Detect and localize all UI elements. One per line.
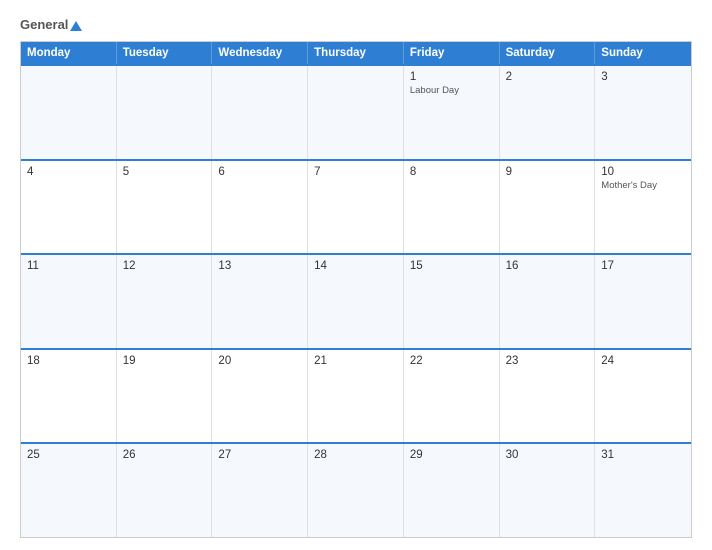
calendar-cell: 17 [595,255,691,348]
calendar-header: Monday Tuesday Wednesday Thursday Friday… [21,42,691,64]
calendar-cell: 19 [117,350,213,443]
cell-day-number: 5 [123,166,206,178]
cell-day-number: 3 [601,71,685,83]
cell-day-number: 24 [601,355,685,367]
calendar-week-1: 1 Labour Day 23 [21,64,691,159]
cell-day-number: 22 [410,355,493,367]
cell-event-label: Labour Day [410,85,493,96]
cell-day-number: 8 [410,166,493,178]
cell-day-number: 17 [601,260,685,272]
calendar-cell: 28 [308,444,404,537]
calendar-body: 1Labour Day2345678910Mother's Day1112131… [21,64,691,537]
header-thursday: Thursday [308,42,404,64]
calendar-cell: 30 [500,444,596,537]
calendar-cell: 12 [117,255,213,348]
header-sunday: Sunday [595,42,691,64]
calendar-cell: 18 [21,350,117,443]
calendar-cell: 23 [500,350,596,443]
cell-day-number: 4 [27,166,110,178]
calendar-cell: 7 [308,161,404,254]
calendar-grid: Monday Tuesday Wednesday Thursday Friday… [20,41,692,538]
cell-day-number: 1 [410,71,493,83]
calendar-cell: 13 [212,255,308,348]
cell-day-number: 6 [218,166,301,178]
calendar-cell [212,66,308,159]
cell-day-number: 7 [314,166,397,178]
calendar-cell: 1 Labour Day [404,66,500,159]
calendar-cell: 31 [595,444,691,537]
calendar-cell: 9 [500,161,596,254]
page-header: General [20,18,692,31]
calendar-cell: 15 [404,255,500,348]
calendar-cell: 22 [404,350,500,443]
cell-day-number: 9 [506,166,589,178]
calendar-cell: 14 [308,255,404,348]
calendar-cell [21,66,117,159]
cell-day-number: 18 [27,355,110,367]
logo: General [20,18,82,31]
cell-day-number: 23 [506,355,589,367]
cell-day-number: 14 [314,260,397,272]
cell-day-number: 28 [314,449,397,461]
logo-general: General [20,18,82,31]
calendar-page: General Monday Tuesday Wednesday Thursda… [0,0,712,550]
calendar-cell: 20 [212,350,308,443]
calendar-cell: 8 [404,161,500,254]
cell-day-number: 27 [218,449,301,461]
cell-day-number: 29 [410,449,493,461]
logo-triangle-icon [70,21,82,31]
cell-day-number: 2 [506,71,589,83]
calendar-cell: 25 [21,444,117,537]
header-saturday: Saturday [500,42,596,64]
calendar-cell: 5 [117,161,213,254]
header-tuesday: Tuesday [117,42,213,64]
cell-day-number: 30 [506,449,589,461]
cell-day-number: 15 [410,260,493,272]
cell-day-number: 13 [218,260,301,272]
cell-day-number: 19 [123,355,206,367]
cell-day-number: 26 [123,449,206,461]
cell-day-number: 31 [601,449,685,461]
cell-day-number: 20 [218,355,301,367]
calendar-cell: 16 [500,255,596,348]
calendar-cell: 29 [404,444,500,537]
calendar-cell: 24 [595,350,691,443]
calendar-week-2: 4 56 7 8 9 10 Mother's Day [21,159,691,254]
calendar-week-5: 25 26 27 28 29 30 31 [21,442,691,537]
header-friday: Friday [404,42,500,64]
calendar-cell: 3 [595,66,691,159]
calendar-cell: 11 [21,255,117,348]
calendar-cell: 27 [212,444,308,537]
header-wednesday: Wednesday [212,42,308,64]
calendar-week-4: 18 19 20 21 22 23 24 [21,348,691,443]
cell-day-number: 25 [27,449,110,461]
cell-day-number: 12 [123,260,206,272]
calendar-cell [308,66,404,159]
cell-day-number: 10 [601,166,685,178]
calendar-cell: 6 [212,161,308,254]
cell-day-number: 21 [314,355,397,367]
header-monday: Monday [21,42,117,64]
cell-day-number: 11 [27,260,110,272]
calendar-cell: 26 [117,444,213,537]
calendar-cell: 2 [500,66,596,159]
calendar-cell: 21 [308,350,404,443]
calendar-cell: 4 [21,161,117,254]
cell-event-label: Mother's Day [601,180,685,191]
cell-day-number: 16 [506,260,589,272]
calendar-cell: 10 Mother's Day [595,161,691,254]
calendar-cell [117,66,213,159]
calendar-week-3: 11 12 13 14 15 16 17 [21,253,691,348]
